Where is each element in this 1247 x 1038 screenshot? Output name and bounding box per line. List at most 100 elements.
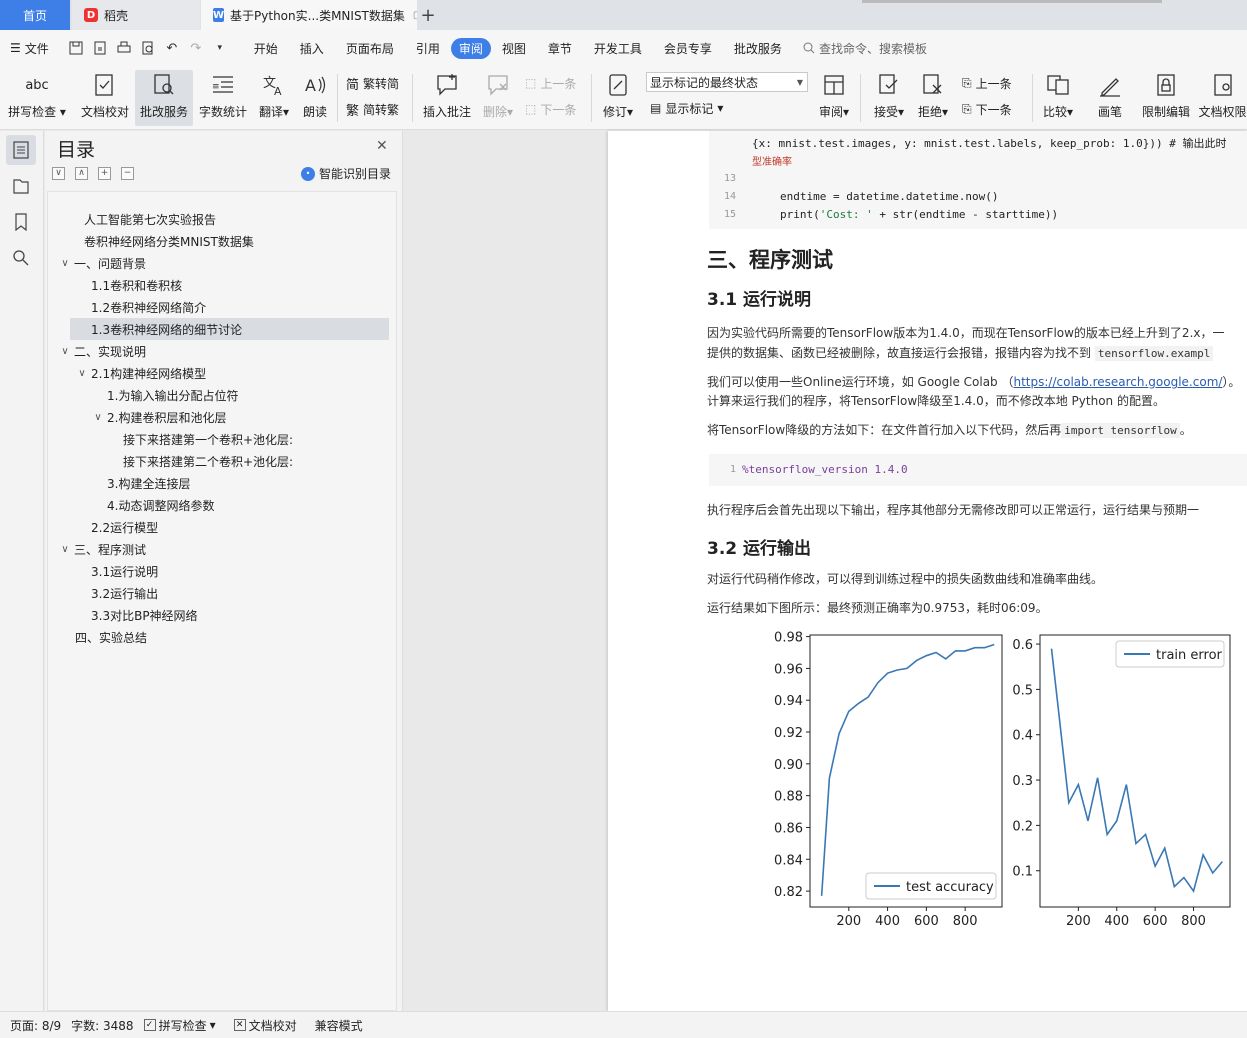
smart-toc-button[interactable]: • 智能识别目录 (301, 165, 391, 182)
chevron-down-icon[interactable]: ∨ (58, 544, 72, 555)
toc-item[interactable]: ∨ 三、程序测试 (58, 538, 146, 560)
page-indicator[interactable]: 页面: 8/9 (10, 1017, 61, 1034)
tab-daoke[interactable]: D 稻壳 (72, 0, 200, 30)
undo-icon[interactable]: ↶ (163, 39, 181, 57)
expand-all-icon[interactable]: + (98, 167, 111, 180)
toc-item[interactable]: ∨ 2.构建卷积层和池化层 (91, 406, 226, 428)
doc-permission-button[interactable]: 文档权限 (1198, 70, 1247, 126)
print-preview-icon[interactable] (139, 39, 157, 57)
more-chevron-icon[interactable]: ▾ (211, 39, 229, 57)
prev-comment-label: 上一条 (540, 76, 577, 91)
toc-item[interactable]: 4.动态调整网络参数 (107, 494, 214, 516)
toc-item[interactable]: 1.为输入输出分配占位符 (107, 384, 238, 406)
track-changes-button[interactable]: 修订▾ (598, 70, 638, 126)
toc-item-label: 2.1构建神经网络模型 (91, 366, 207, 381)
menu-references[interactable]: 引用 (405, 37, 451, 60)
markup-state-select[interactable]: 显示标记的最终状态 ▼ (646, 72, 808, 92)
prev-change-button[interactable]: ⎘ 上一条 (962, 72, 1012, 94)
insert-comment-button[interactable]: 插入批注 (418, 70, 476, 126)
proofread-button[interactable]: 文档校对 (76, 70, 134, 126)
spell-check-button[interactable]: abc 拼写检查 ▾ (6, 70, 68, 126)
toc-item[interactable]: 1.1卷积和卷积核 (91, 274, 182, 296)
chapter-nav-icon[interactable] (6, 171, 36, 201)
collapse-up-icon[interactable]: ∧ (75, 167, 88, 180)
chevron-down-icon[interactable]: ∨ (58, 346, 72, 357)
menu-start[interactable]: 开始 (243, 37, 289, 60)
menu-insert[interactable]: 插入 (289, 37, 335, 60)
compare-icon (1046, 70, 1070, 100)
bookmark-icon[interactable] (6, 207, 36, 237)
collapse-down-icon[interactable]: ∨ (52, 167, 65, 180)
toc-item[interactable]: 人工智能第七次实验报告 (84, 208, 216, 230)
toc-panel-icon[interactable] (6, 135, 36, 165)
toc-item-selected[interactable]: 1.3卷积神经网络的细节讨论 (70, 318, 389, 340)
redo-icon[interactable]: ↷ (187, 39, 205, 57)
reject-button[interactable]: 拒绝▾ (912, 70, 954, 126)
toc-item[interactable]: 2.2运行模型 (91, 516, 158, 538)
x-tick-label: 800 (953, 914, 978, 929)
tab-document[interactable]: W 基于Python实...类MNIST数据集 ▢ (201, 0, 417, 30)
spell-check-status[interactable]: ✓ 拼写检查 ▾ (143, 1017, 216, 1034)
read-aloud-button[interactable]: A 朗读 (298, 70, 332, 126)
simplified-to-trad-button[interactable]: 繁 简转繁 (346, 98, 399, 120)
pen-button[interactable]: 画笔 (1090, 70, 1130, 126)
export-pdf-icon[interactable] (91, 39, 109, 57)
review-pane-button[interactable]: 审阅▾ (814, 70, 854, 126)
toc-item[interactable]: 3.1运行说明 (91, 560, 158, 582)
word-count-button[interactable]: ≡ 字数统计 (196, 70, 250, 126)
next-comment-button[interactable]: ⬚ 下一条 (525, 98, 576, 120)
toc-item[interactable]: ∨ 二、实现说明 (58, 340, 146, 362)
toc-item[interactable]: 3.2运行输出 (91, 582, 158, 604)
command-search[interactable]: 查找命令、搜索模板 (803, 40, 927, 57)
y-tick-label: 0.2 (1012, 819, 1033, 834)
proofread-status[interactable]: ✕ 文档校对 (233, 1017, 297, 1034)
accept-button[interactable]: 接受▾ (868, 70, 910, 126)
tab-home[interactable]: 首页 (0, 0, 70, 30)
toc-item[interactable]: 接下来搭建第二个卷积+池化层: (123, 450, 293, 472)
word-count-indicator[interactable]: 字数: 3488 (71, 1017, 133, 1034)
menu-correction[interactable]: 批改服务 (723, 37, 793, 60)
colab-link[interactable]: https://colab.research.google.com/ (1014, 375, 1223, 389)
print-icon[interactable] (115, 39, 133, 57)
close-icon[interactable]: ✕ (376, 138, 388, 154)
correction-service-button[interactable]: 批改服务 (135, 70, 193, 126)
new-tab-button[interactable]: + (418, 0, 438, 30)
menu-review[interactable]: 审阅 (450, 37, 491, 59)
toc-item[interactable]: 3.3对比BP神经网络 (91, 604, 198, 626)
y-tick-label: 0.3 (1012, 774, 1033, 789)
chevron-down-icon[interactable]: ∨ (58, 258, 72, 269)
toc-item[interactable]: 四、实验总结 (75, 626, 147, 648)
show-markup-button[interactable]: ▤ 显示标记 ▾ (650, 97, 723, 119)
toc-item[interactable]: 1.2卷积神经网络简介 (91, 296, 206, 318)
toc-item[interactable]: 3.构建全连接层 (107, 472, 190, 494)
restrict-editing-button[interactable]: 限制编辑 (1138, 70, 1194, 126)
menu-developer[interactable]: 开发工具 (583, 37, 653, 60)
menu-member[interactable]: 会员专享 (653, 37, 723, 60)
chevron-down-icon[interactable]: ∨ (75, 368, 89, 379)
accept-label: 接受 (873, 105, 898, 119)
collapse-all-icon[interactable]: − (121, 167, 134, 180)
trad-to-simplified-button[interactable]: 简 繁转简 (346, 72, 399, 94)
menu-chapter[interactable]: 章节 (537, 37, 583, 60)
prev-comment-button[interactable]: ⬚ 上一条 (525, 72, 576, 94)
translate-button[interactable]: 文A 翻译▾ (252, 70, 296, 126)
toc-item[interactable]: 接下来搭建第一个卷积+池化层: (123, 428, 293, 450)
spell-check-icon: abc (25, 77, 49, 93)
menu-page-layout[interactable]: 页面布局 (335, 37, 405, 60)
next-change-icon: ⎘ (962, 101, 972, 116)
next-change-button[interactable]: ⎘ 下一条 (962, 98, 1012, 120)
delete-comment-button[interactable]: 删除▾ (478, 70, 518, 126)
compare-button[interactable]: 比较▾ (1038, 70, 1078, 126)
menu-view[interactable]: 视图 (491, 37, 537, 60)
toc-item[interactable]: ∨ 2.1构建神经网络模型 (75, 362, 206, 384)
code-string: 'Cost: ' (819, 208, 873, 221)
find-icon[interactable] (6, 243, 36, 273)
tab-close-icon[interactable]: ▢ (413, 10, 417, 21)
toc-item[interactable]: 卷积神经网络分类MNIST数据集 (84, 230, 254, 252)
chevron-down-icon[interactable]: ∨ (91, 412, 105, 423)
file-menu[interactable]: ☰ 文件 (10, 40, 49, 57)
writer-doc-icon: W (213, 8, 225, 22)
save-icon[interactable] (67, 39, 85, 57)
toc-item[interactable]: ∨ 一、问题背景 (58, 252, 146, 274)
svg-text:≡: ≡ (212, 82, 220, 92)
